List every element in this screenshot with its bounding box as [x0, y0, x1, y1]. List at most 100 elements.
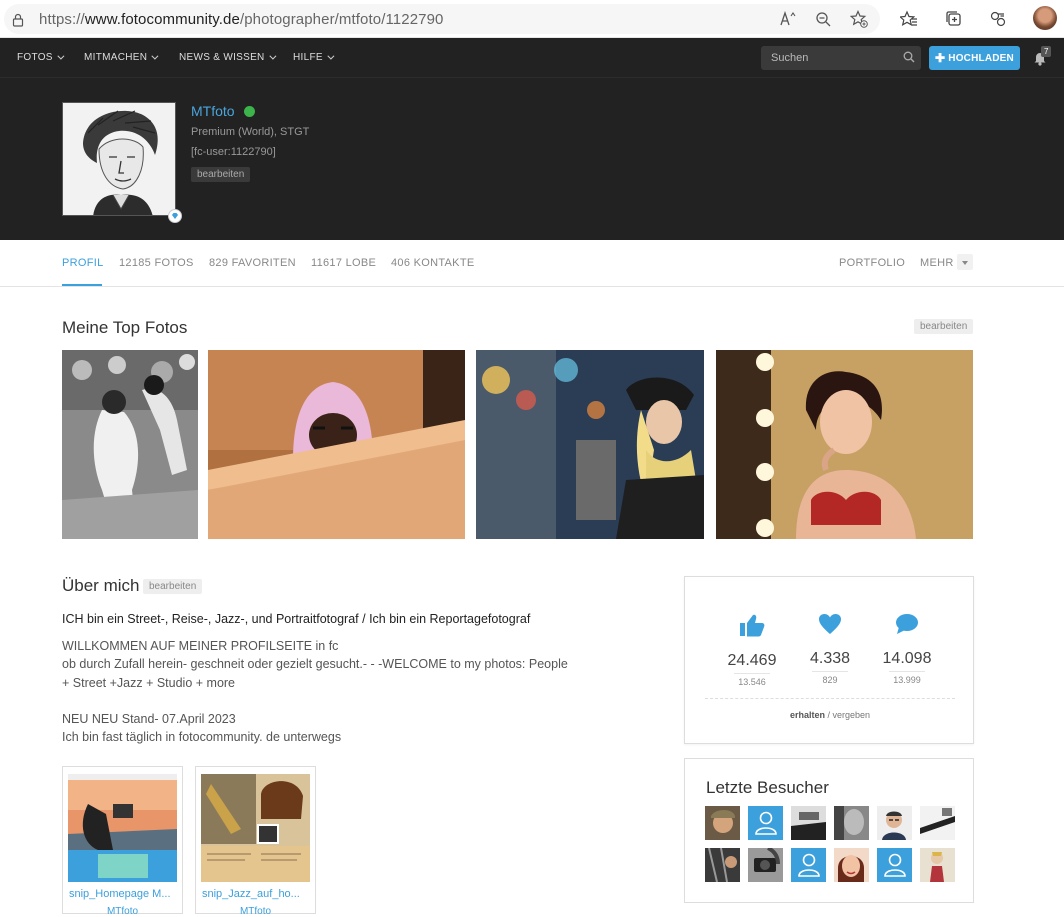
plus-icon: ✚: [935, 51, 946, 65]
thumbnail-owner[interactable]: MTfoto: [63, 906, 182, 917]
visitor-avatar[interactable]: [877, 806, 912, 840]
thumbnail-image[interactable]: [68, 774, 177, 882]
about-text: WILLKOMMEN AUF MEINER PROFILSEITE in fc …: [62, 637, 602, 746]
stat-hearts-given: 829: [812, 671, 848, 685]
thumbnail-caption[interactable]: snip_Homepage M...: [69, 888, 179, 900]
visitor-avatar[interactable]: [834, 848, 869, 882]
nav-hilfe[interactable]: HILFE: [293, 52, 335, 63]
read-aloud-icon[interactable]: [777, 8, 799, 30]
site-search: [761, 46, 921, 70]
profile-picture[interactable]: [62, 102, 176, 216]
about-line: + Street +Jazz + Studio + more: [62, 675, 236, 690]
visitor-avatar[interactable]: [877, 848, 912, 882]
url-text: https://www.fotocommunity.de/photographe…: [39, 11, 443, 28]
about-line: ob durch Zufall herein- geschneit oder g…: [62, 657, 568, 672]
profile-tabs: PROFIL 12185 FOTOS 829 FAVORITEN 11617 L…: [0, 240, 1064, 287]
visitor-avatar[interactable]: [920, 806, 955, 840]
favorites-icon[interactable]: [898, 8, 920, 30]
visitor-avatar[interactable]: [834, 806, 869, 840]
visitor-avatar[interactable]: [791, 848, 826, 882]
favorite-add-icon[interactable]: [848, 8, 870, 30]
top-photo-city-portrait[interactable]: [476, 350, 704, 539]
verified-badge-icon: [168, 209, 182, 223]
search-input[interactable]: [769, 51, 899, 65]
profile-name[interactable]: MTfoto: [191, 103, 235, 119]
comment-icon: [896, 614, 918, 634]
active-tab-indicator: [62, 284, 102, 286]
tab-fotos[interactable]: 12185 FOTOS: [119, 257, 194, 269]
url-path: /photographer/mtfoto/1122790: [239, 11, 444, 28]
visitor-avatar[interactable]: [748, 848, 783, 882]
about-thumbnail-card[interactable]: snip_Jazz_auf_ho... MTfoto: [195, 766, 316, 917]
heart-icon: [819, 614, 841, 634]
address-bar[interactable]: https://www.fotocommunity.de/photographe…: [4, 4, 880, 34]
tab-kontakte[interactable]: 406 KONTAKTE: [391, 257, 474, 269]
upload-button[interactable]: ✚ HOCHLADEN: [929, 46, 1020, 70]
nav-hilfe-label: HILFE: [293, 52, 323, 63]
recent-visitors-card: Letzte Besucher: [684, 758, 974, 903]
stats-legend: erhalten / vergeben: [705, 698, 955, 720]
notification-count: 7: [1041, 46, 1052, 57]
stats-legend-separator: /: [824, 710, 833, 720]
profile-header: MTfoto Premium (World), STGT [fc-user:11…: [0, 78, 1064, 240]
upload-label: HOCHLADEN: [948, 52, 1014, 64]
thumbnail-caption[interactable]: snip_Jazz_auf_ho...: [202, 888, 312, 900]
zoom-out-icon[interactable]: [812, 8, 834, 30]
search-icon[interactable]: [903, 51, 915, 63]
edit-profile-button[interactable]: bearbeiten: [191, 167, 251, 182]
profile-membership: Premium (World), STGT: [191, 126, 310, 138]
visitor-avatar[interactable]: [705, 848, 740, 882]
stat-hearts: 4.338 829: [790, 613, 870, 688]
nav-news-label: NEWS & WISSEN: [179, 52, 265, 63]
recent-visitors-title: Letzte Besucher: [706, 778, 829, 797]
profile-user-tag: [fc-user:1122790]: [191, 146, 276, 158]
nav-fotos-label: FOTOS: [17, 52, 53, 63]
nav-news-wissen[interactable]: NEWS & WISSEN: [179, 52, 277, 63]
nav-mitmachen[interactable]: MITMACHEN: [84, 52, 159, 63]
site-navigation: FOTOS MITMACHEN NEWS & WISSEN HILFE ✚HOC…: [0, 38, 1064, 78]
chevron-down-icon: [268, 52, 277, 60]
top-photo-pink-hood[interactable]: [208, 350, 465, 539]
url-prefix: https://: [39, 11, 85, 28]
about-title: Über mich: [62, 576, 140, 595]
collections-icon[interactable]: [943, 8, 965, 30]
stat-comments-received: 14.098: [882, 650, 932, 667]
visitor-avatar[interactable]: [791, 806, 826, 840]
top-photo-dancers[interactable]: [62, 350, 198, 539]
stats-legend-given: vergeben: [832, 710, 871, 720]
chevron-down-icon: [151, 52, 159, 60]
browser-profile-avatar[interactable]: [1033, 6, 1057, 30]
stat-comments: 14.098 13.999: [867, 613, 947, 688]
tab-favoriten[interactable]: 829 FAVORITEN: [209, 257, 296, 269]
about-thumbnail-card[interactable]: snip_Homepage M... MTfoto: [62, 766, 183, 917]
stat-hearts-received: 4.338: [809, 650, 851, 667]
stats-legend-received: erhalten: [789, 710, 825, 720]
url-domain: www.fotocommunity.de: [84, 11, 240, 28]
about-line: WILLKOMMEN AUF MEINER PROFILSEITE in fc: [62, 639, 339, 653]
edit-top-photos-button[interactable]: bearbeiten: [914, 319, 974, 334]
stat-likes-received: 24.469: [727, 652, 777, 669]
extensions-icon[interactable]: [987, 8, 1009, 30]
user-placeholder-icon: [797, 853, 820, 877]
nav-fotos[interactable]: FOTOS: [17, 52, 65, 63]
thumbnail-owner[interactable]: MTfoto: [196, 906, 315, 917]
chevron-down-icon: [57, 52, 65, 60]
visitor-avatar[interactable]: [748, 806, 783, 840]
tab-mehr[interactable]: MEHR: [920, 257, 954, 269]
about-headline: ICH bin ein Street-, Reise-, Jazz-, und …: [62, 612, 531, 626]
visitor-avatar[interactable]: [920, 848, 955, 882]
visitor-avatar[interactable]: [705, 806, 740, 840]
edit-about-button[interactable]: bearbeiten: [143, 579, 203, 594]
thumbs-up-icon: [740, 614, 765, 637]
top-photo-red-lingerie[interactable]: [716, 350, 973, 539]
chevron-down-icon[interactable]: [957, 254, 973, 270]
tab-profil[interactable]: PROFIL: [62, 257, 104, 269]
thumbnail-image[interactable]: [201, 774, 310, 882]
nav-mitmachen-label: MITMACHEN: [84, 52, 148, 63]
about-line: NEU NEU Stand- 07.April 2023: [62, 711, 236, 726]
about-line: Ich bin fast täglich in fotocommunity. d…: [62, 730, 342, 745]
tab-portfolio[interactable]: PORTFOLIO: [839, 257, 905, 269]
stat-comments-given: 13.999: [889, 671, 925, 685]
tab-lobe[interactable]: 11617 LOBE: [311, 257, 376, 269]
user-placeholder-icon: [754, 811, 777, 835]
